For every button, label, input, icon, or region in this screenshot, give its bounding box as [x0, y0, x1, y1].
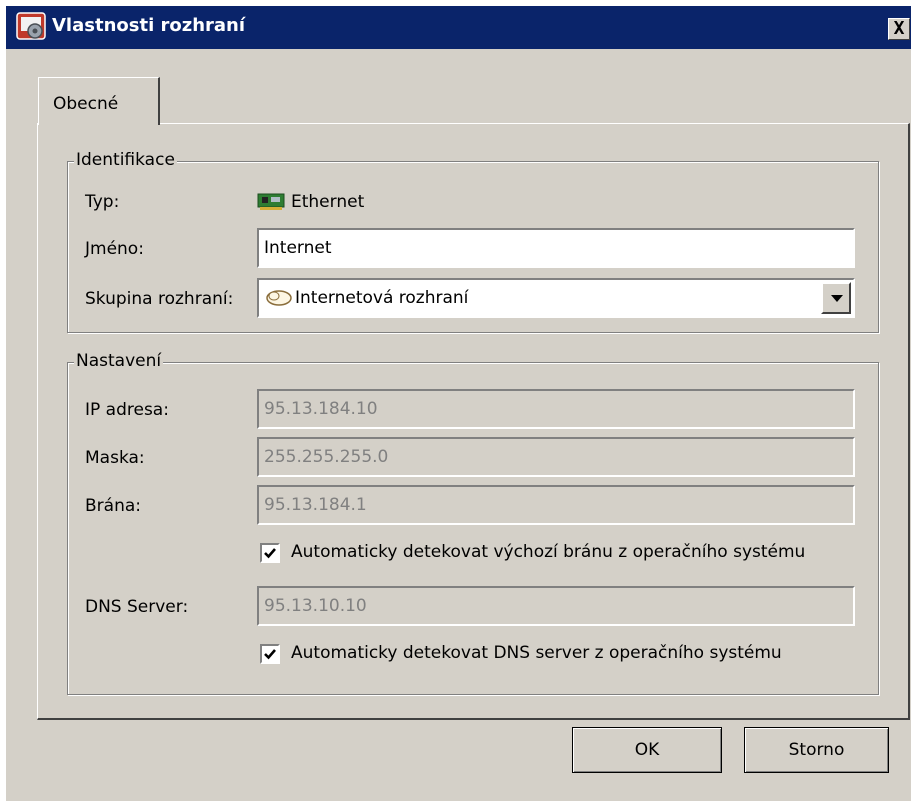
- title-bar[interactable]: Vlastnosti rozhraní X: [6, 6, 911, 49]
- dns-server-field[interactable]: 95.13.10.10: [257, 586, 855, 626]
- gateway-label: Brána:: [85, 496, 141, 516]
- type-value: Ethernet: [291, 192, 365, 212]
- mask-label: Maska:: [85, 448, 145, 468]
- checkmark-icon: [264, 649, 276, 660]
- mask-field[interactable]: 255.255.255.0: [257, 437, 855, 477]
- cloud-icon: [266, 290, 292, 306]
- name-input[interactable]: Internet: [257, 228, 855, 268]
- group-select[interactable]: Internetová rozhraní: [257, 278, 855, 318]
- network-card-icon: [257, 193, 285, 210]
- auto-gateway-checkbox[interactable]: [260, 543, 280, 563]
- ok-button[interactable]: OK: [572, 727, 722, 773]
- chevron-down-icon[interactable]: [821, 282, 851, 314]
- auto-gateway-label[interactable]: Automaticky detekovat výchozí bránu z op…: [291, 542, 805, 562]
- group-label: Skupina rozhraní:: [85, 289, 234, 309]
- identification-group: Identifikace Typ: Ethernet Jméno: Intern…: [67, 150, 879, 333]
- tab-label: Obecné: [53, 94, 119, 114]
- auto-dns-label[interactable]: Automaticky detekovat DNS server z opera…: [291, 643, 782, 663]
- checkmark-icon: [264, 548, 276, 559]
- close-button[interactable]: X: [888, 18, 910, 40]
- settings-legend: Nastavení: [74, 351, 164, 371]
- ip-label: IP adresa:: [85, 400, 169, 420]
- cancel-button[interactable]: Storno: [744, 727, 889, 773]
- dialog-window: Vlastnosti rozhraní X Obecné Identifikac…: [6, 6, 911, 801]
- gear-settings-icon: [16, 12, 46, 40]
- window-title: Vlastnosti rozhraní: [52, 15, 246, 36]
- tab-panel-general: Identifikace Typ: Ethernet Jméno: Intern…: [37, 123, 910, 720]
- tab-obecne[interactable]: Obecné: [38, 77, 160, 125]
- group-select-value: Internetová rozhraní: [295, 288, 469, 308]
- name-label: Jméno:: [85, 239, 144, 259]
- dns-label: DNS Server:: [85, 597, 189, 617]
- gateway-field[interactable]: 95.13.184.1: [257, 485, 855, 525]
- ip-address-field[interactable]: 95.13.184.10: [257, 389, 855, 429]
- identification-legend: Identifikace: [74, 150, 177, 170]
- auto-dns-checkbox[interactable]: [260, 644, 280, 664]
- settings-group: Nastavení IP adresa: 95.13.184.10 Maska:…: [67, 351, 879, 695]
- type-label: Typ:: [85, 192, 120, 212]
